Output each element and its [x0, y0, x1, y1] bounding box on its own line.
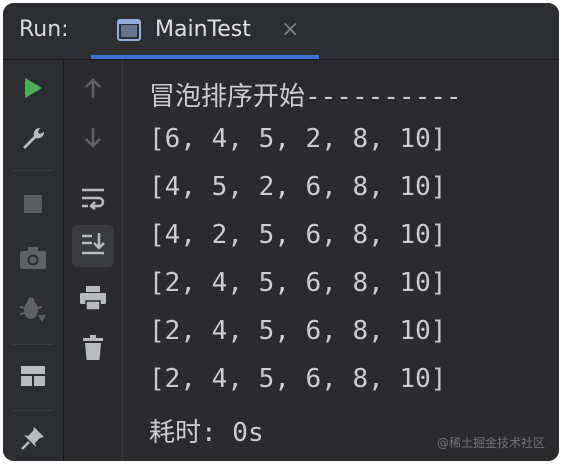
left-toolbar: [3, 60, 64, 461]
scroll-to-end-icon: [80, 231, 106, 261]
wrench-icon: [20, 125, 46, 155]
trash-icon: [82, 335, 104, 365]
run-titlebar: Run: MainTest ×: [3, 3, 559, 60]
tab-maintest[interactable]: MainTest ×: [91, 3, 319, 59]
bug-icon: [18, 295, 48, 329]
scroll-to-end-button[interactable]: [64, 224, 122, 268]
arrow-up-icon: [83, 76, 103, 104]
print-button[interactable]: [64, 278, 122, 322]
edit-configuration-button[interactable]: [3, 118, 63, 162]
console-line: [2, 4, 5, 6, 8, 10]: [149, 268, 447, 298]
run-label: Run:: [19, 17, 69, 42]
console-line: [6, 4, 5, 2, 8, 10]: [149, 124, 447, 154]
dump-threads-button[interactable]: [3, 238, 63, 282]
console-line: 冒泡排序开始----------: [149, 82, 462, 112]
pin-tab-button[interactable]: [3, 418, 63, 461]
debug-button[interactable]: [3, 290, 63, 334]
print-icon: [79, 285, 107, 315]
tab-label: MainTest: [155, 17, 251, 42]
console-line: [2, 4, 5, 6, 8, 10]: [149, 316, 447, 346]
pin-icon: [19, 424, 47, 456]
restore-layout-button[interactable]: [3, 356, 63, 400]
stop-button[interactable]: [3, 184, 63, 228]
toolbar-divider: [13, 410, 53, 411]
close-icon[interactable]: ×: [281, 17, 299, 42]
toolbar-divider: [13, 170, 53, 171]
console-toolbar: [64, 60, 123, 461]
console-line: 耗时: 0s: [149, 418, 264, 448]
console-line: [2, 4, 5, 6, 8, 10]: [149, 364, 447, 394]
toolbar-divider: [13, 344, 53, 345]
next-occurrence-button[interactable]: [64, 118, 122, 162]
console-line: [4, 2, 5, 6, 8, 10]: [149, 220, 447, 250]
console-line: [4, 5, 2, 6, 8, 10]: [149, 172, 447, 202]
arrow-down-icon: [83, 126, 103, 154]
previous-occurrence-button[interactable]: [64, 68, 122, 112]
run-tool-window: Run: MainTest × 冒泡排序开始---------- [6, 4, …: [3, 3, 559, 461]
soft-wrap-button[interactable]: [64, 178, 122, 222]
play-icon: [22, 76, 44, 104]
watermark: @稀土掘金技术社区: [436, 436, 545, 450]
tab-active-indicator: [91, 55, 319, 59]
clear-all-button[interactable]: [64, 328, 122, 372]
console-output[interactable]: 冒泡排序开始---------- [6, 4, 5, 2, 8, 10] [4,…: [123, 60, 559, 461]
console-window-icon: [117, 19, 141, 45]
soft-wrap-icon: [80, 186, 106, 214]
camera-icon: [19, 246, 47, 274]
stop-icon: [22, 193, 44, 219]
layout-icon: [20, 365, 46, 391]
run-button[interactable]: [3, 68, 63, 112]
